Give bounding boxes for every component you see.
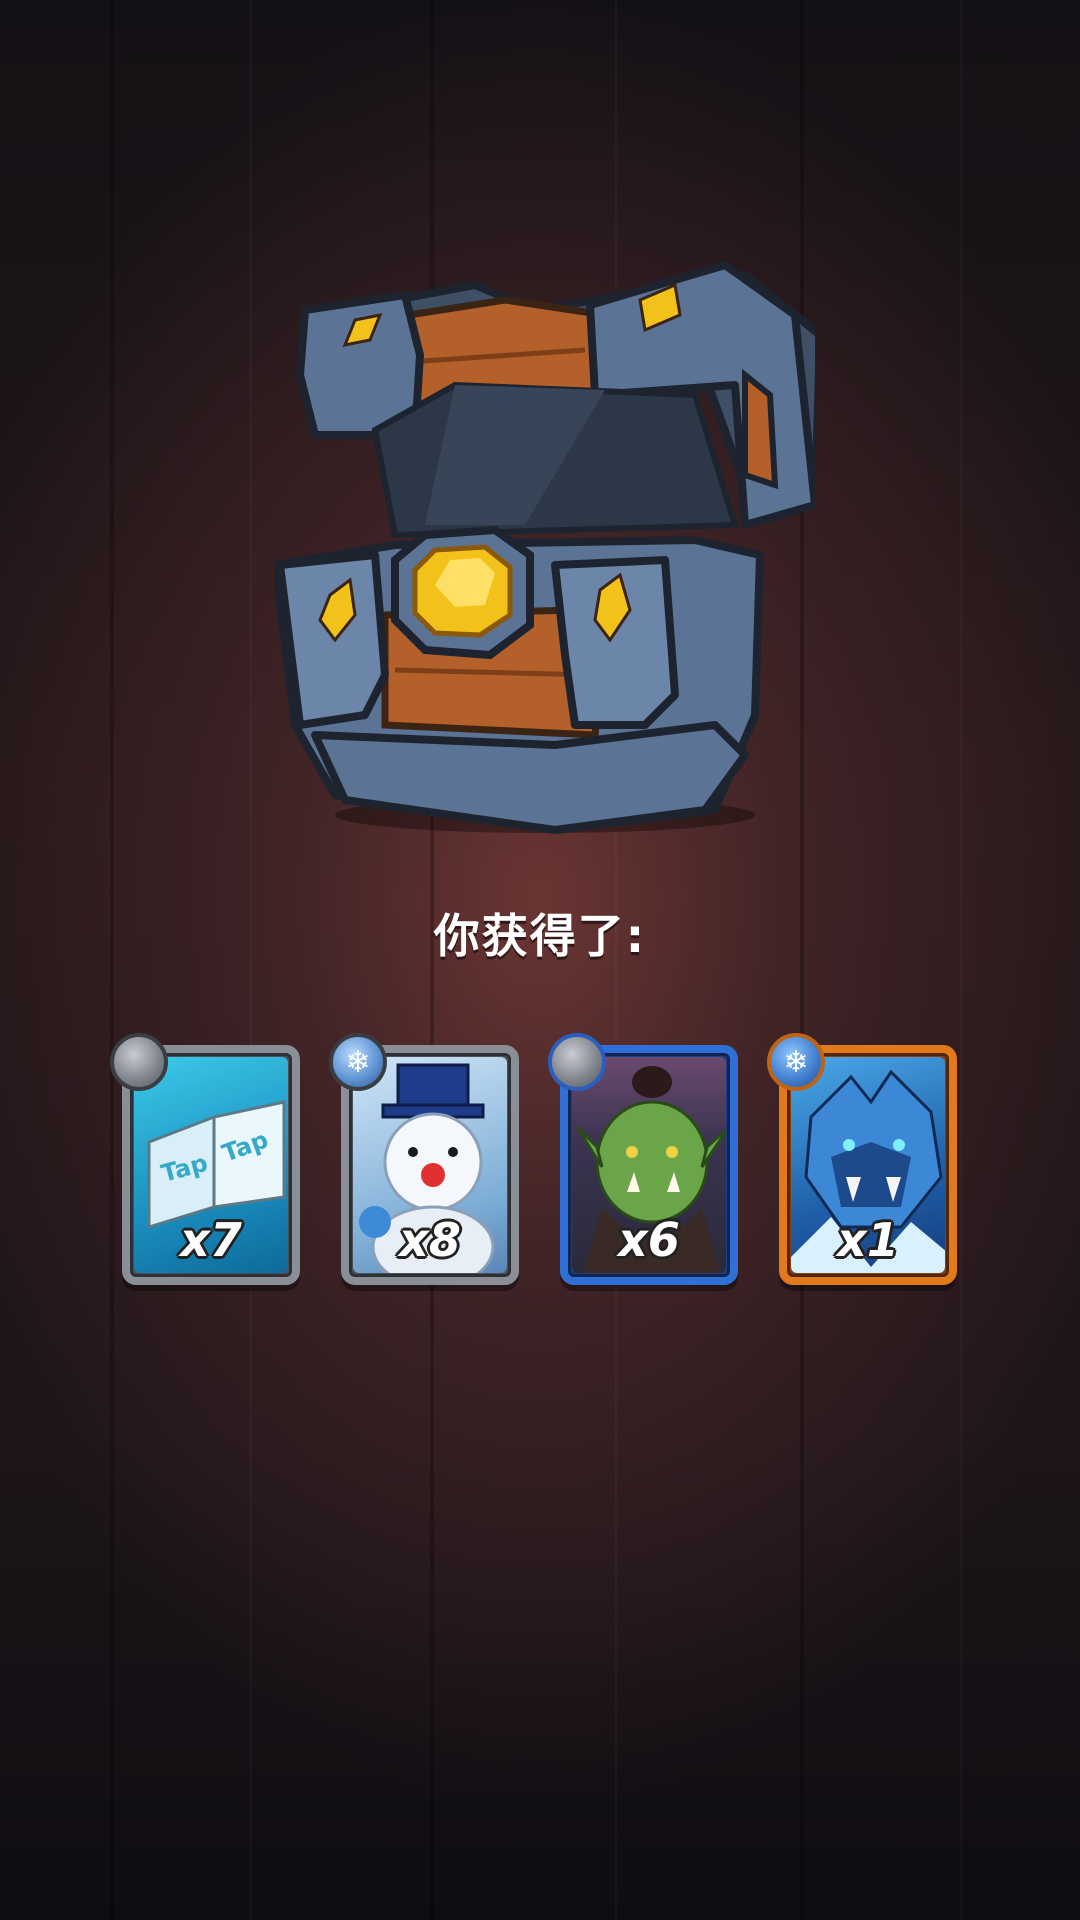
reward-cards-row: Tap Tap x7 ❄ x8 x6 ❄ x1 <box>0 1030 1080 1290</box>
tap-tap-tome-card[interactable]: Tap Tap x7 <box>110 1033 300 1285</box>
rarity-gem-icon <box>548 1033 606 1091</box>
ice-dragon-card[interactable]: ❄ x1 <box>767 1033 957 1285</box>
snowflake-gem-icon: ❄ <box>767 1033 825 1091</box>
card-quantity: x7 <box>180 1213 242 1267</box>
snowflake-gem-icon: ❄ <box>329 1033 387 1091</box>
rarity-gem-icon <box>110 1033 168 1091</box>
snowman-card[interactable]: ❄ x8 <box>329 1033 519 1285</box>
reward-title: 你获得了: <box>433 909 647 963</box>
orc-card[interactable]: x6 <box>548 1033 738 1285</box>
card-quantity: x1 <box>837 1213 899 1267</box>
card-quantity: x6 <box>618 1213 680 1267</box>
card-quantity: x8 <box>399 1213 461 1267</box>
treasure-chest[interactable] <box>275 255 815 835</box>
